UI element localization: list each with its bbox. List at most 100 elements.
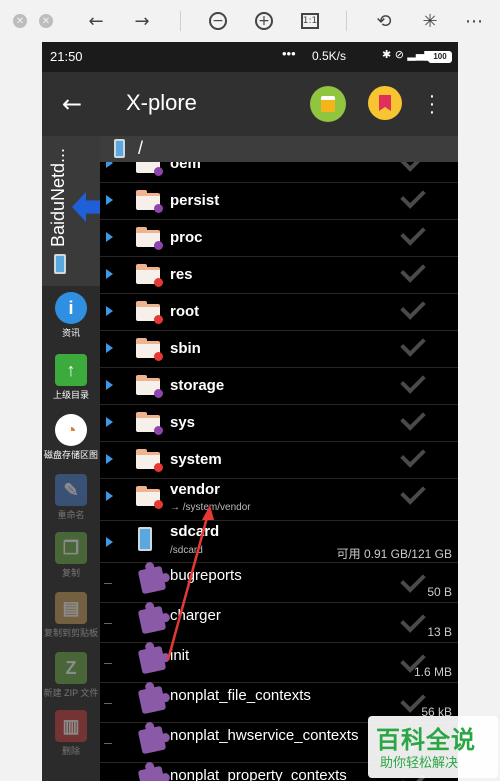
file-row[interactable]: bugreports 50 B <box>100 563 458 603</box>
rail-button-info[interactable]: i 资讯 <box>42 288 100 348</box>
zoom-out-icon[interactable]: − <box>206 9 230 33</box>
expand-arrow-icon[interactable] <box>106 491 113 501</box>
zip-icon: Z <box>55 652 87 684</box>
folder-row[interactable]: system <box>100 442 458 479</box>
rail-button-label: 复制到剪贴板 <box>43 628 98 638</box>
actual-size-icon[interactable]: 1:1 <box>298 9 322 33</box>
folder-name: sbin <box>170 340 201 357</box>
select-checkmark-icon[interactable] <box>400 405 426 431</box>
file-row[interactable]: init 1.6 MB <box>100 643 458 683</box>
file-name: bugreports <box>170 567 242 584</box>
bookmark-icon[interactable] <box>368 86 402 120</box>
file-name: nonplat_file_contexts <box>170 687 311 704</box>
info-icon: i <box>55 292 87 324</box>
select-checkmark-icon[interactable] <box>400 368 426 394</box>
file-type-icon <box>137 645 167 675</box>
file-name: charger <box>170 607 221 624</box>
select-checkmark-icon[interactable] <box>400 331 426 357</box>
folder-name: storage <box>170 377 225 394</box>
folder-icon <box>136 227 163 250</box>
app-bar: ← X-plore · · · <box>42 72 458 136</box>
minimize-window-icon[interactable]: ✕ <box>34 9 58 33</box>
clipboard-icon: ▤ <box>55 592 87 624</box>
back-icon[interactable]: ← <box>62 90 90 118</box>
folder-row[interactable]: persist <box>100 183 458 220</box>
folder-row[interactable]: vendor → /system/vendor <box>100 479 458 521</box>
file-type-icon <box>137 685 167 715</box>
select-checkmark-icon[interactable] <box>400 294 426 320</box>
forward-arrow-icon[interactable]: → <box>130 9 154 33</box>
image-viewer-toolbar: ✕ ✕ ← → − + 1:1 ⟲ ✳ ⋯ <box>0 0 500 42</box>
zoom-in-icon[interactable]: + <box>252 9 276 33</box>
beer-donate-icon[interactable] <box>310 86 346 122</box>
rail-button-zip[interactable]: Z 新建 ZIP 文件 <box>42 648 100 708</box>
expand-arrow-icon[interactable] <box>106 417 113 427</box>
folder-row[interactable]: storage <box>100 368 458 405</box>
rail-button-disk-chart[interactable]: ◔ 磁盘存储区图 <box>42 410 100 470</box>
rail-button-rename[interactable]: ✎ 重命名 <box>42 470 100 530</box>
folder-row[interactable]: sys <box>100 405 458 442</box>
left-pane-tab[interactable]: BaiduNetd... <box>42 136 100 286</box>
folder-row[interactable]: res <box>100 257 458 294</box>
expand-arrow-icon[interactable] <box>106 306 113 316</box>
rail-button-label: 上级目录 <box>52 390 89 400</box>
rail-button-label: 新建 ZIP 文件 <box>43 688 99 698</box>
expand-arrow-icon[interactable] <box>106 537 113 547</box>
folder-name: sys <box>170 414 196 431</box>
select-checkmark-icon[interactable] <box>400 567 426 593</box>
more-options-icon[interactable]: ⋯ <box>462 9 486 33</box>
overflow-menu-icon[interactable]: · · · <box>426 86 438 122</box>
select-checkmark-icon[interactable] <box>400 479 426 505</box>
close-window-icon[interactable]: ✕ <box>8 9 32 33</box>
folder-icon <box>136 190 163 213</box>
toolbar-divider <box>346 11 347 31</box>
rotate-icon[interactable]: ⟲ <box>372 9 396 33</box>
folder-row[interactable]: oem <box>100 162 458 183</box>
expand-arrow-icon[interactable] <box>106 195 113 205</box>
rail-button-trash[interactable]: ▥ 删除 <box>42 706 100 766</box>
expand-arrow-icon[interactable] <box>106 380 113 390</box>
disk-chart-icon: ◔ <box>55 414 87 446</box>
select-checkmark-icon[interactable] <box>400 257 426 283</box>
folder-icon <box>136 486 163 509</box>
symlink-target: → /system/vendor <box>170 502 251 513</box>
expand-arrow-icon[interactable] <box>106 269 113 279</box>
expand-arrow-icon[interactable] <box>106 343 113 353</box>
rail-button-up-arrow[interactable]: ↑ 上级目录 <box>42 350 100 410</box>
select-checkmark-icon[interactable] <box>400 220 426 246</box>
folder-icon <box>136 264 163 287</box>
back-arrow-icon[interactable]: ← <box>84 9 108 33</box>
expand-arrow-icon[interactable] <box>106 162 113 168</box>
select-checkmark-icon[interactable] <box>400 162 426 172</box>
file-name: init <box>170 647 190 664</box>
expand-arrow-icon[interactable] <box>106 232 113 242</box>
app-title: X-plore <box>126 90 197 115</box>
rail-button-label: 资讯 <box>61 328 80 338</box>
notification-dots-icon: ••• <box>282 46 296 61</box>
folder-row[interactable]: sbin <box>100 331 458 368</box>
select-checkmark-icon[interactable] <box>400 607 426 633</box>
tree-connector <box>104 743 112 744</box>
select-checkmark-icon[interactable] <box>400 442 426 468</box>
expand-arrow-icon[interactable] <box>106 454 113 464</box>
watermark: 百科全说 助你轻松解决 <box>368 716 498 778</box>
rail-button-clipboard[interactable]: ▤ 复制到剪贴板 <box>42 588 100 648</box>
sdcard-row[interactable]: sdcard/sdcard 可用 0.91 GB/121 GB <box>100 521 458 563</box>
select-checkmark-icon[interactable] <box>400 183 426 209</box>
magic-wand-icon[interactable]: ✳ <box>418 9 442 33</box>
path-bar[interactable]: / <box>100 136 458 162</box>
folder-row[interactable]: proc <box>100 220 458 257</box>
file-type-icon <box>137 565 167 595</box>
sdcard-storage-icon <box>138 527 152 551</box>
folder-icon <box>136 338 163 361</box>
rail-button-copy[interactable]: ❐ 复制 <box>42 528 100 588</box>
file-row[interactable]: charger 13 B <box>100 603 458 643</box>
folder-row[interactable]: root <box>100 294 458 331</box>
sdcard-free-space: 可用 0.91 GB/121 GB <box>336 547 452 561</box>
folder-name: vendor <box>170 481 221 498</box>
folder-name: persist <box>170 192 220 209</box>
watermark-logo: 百科全说 <box>376 727 476 754</box>
file-type-icon <box>137 765 167 781</box>
left-pane-tab-label: BaiduNetd... <box>48 148 68 248</box>
battery-icon: 100 <box>428 51 452 63</box>
